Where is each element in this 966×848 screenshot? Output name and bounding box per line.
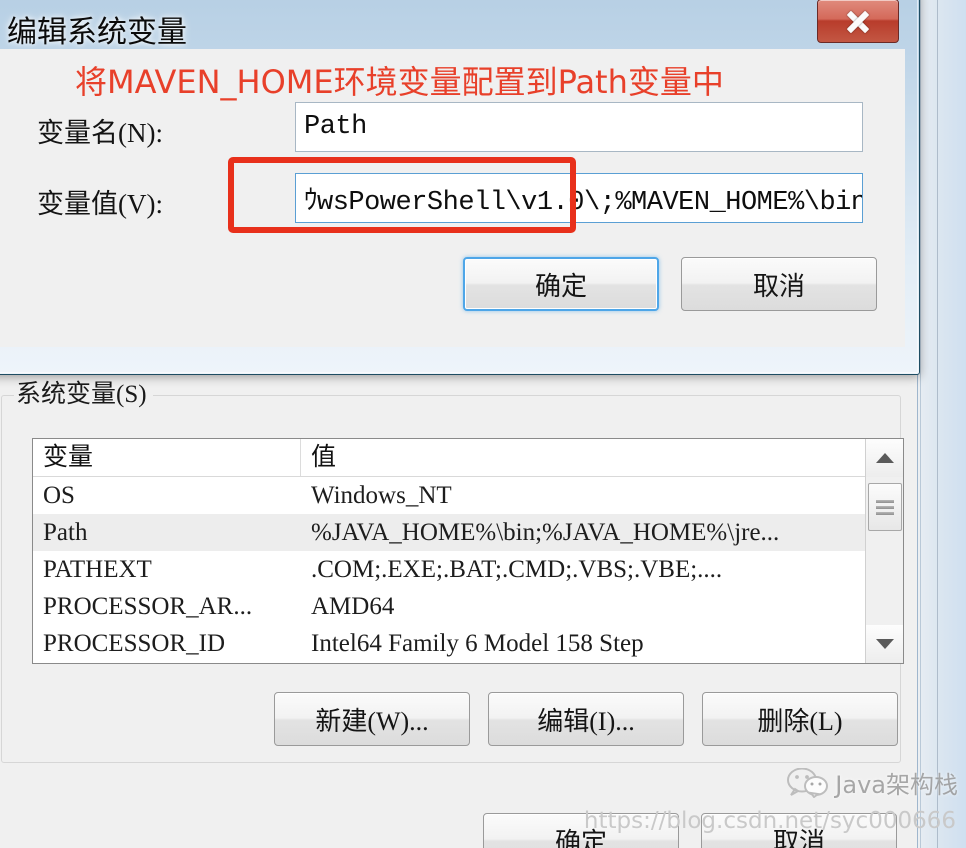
desktop-background-strip xyxy=(920,0,966,848)
window-edge-line xyxy=(937,0,938,848)
table-row[interactable]: PATHEXT .COM;.EXE;.BAT;.CMD;.VBS;.VBE;..… xyxy=(33,551,903,588)
cell-variable-value: Intel64 Family 6 Model 158 Step xyxy=(311,629,644,657)
cell-variable-name: PROCESSOR_AR... xyxy=(43,592,253,620)
system-variable-actions: 新建(W)... 编辑(I)... 删除(L) xyxy=(274,692,898,746)
cell-variable-name: PATHEXT xyxy=(43,555,152,583)
table-row[interactable]: PROCESSOR_ID Intel64 Family 6 Model 158 … xyxy=(33,625,903,662)
cell-variable-name: PROCESSOR_ID xyxy=(43,629,225,657)
table-row[interactable]: PROCESSOR_AR... AMD64 xyxy=(33,588,903,625)
dialog-actions: 确定 取消 xyxy=(463,257,877,311)
system-variables-groupbox: 系统变量(S) 变量 值 OS Windows_NT Path %JAVA_HO… xyxy=(1,380,904,763)
scroll-down-arrow-icon xyxy=(876,639,894,649)
dialog-cancel-button[interactable]: 取消 xyxy=(681,257,877,311)
grip-line xyxy=(876,499,894,503)
table-row[interactable]: Path %JAVA_HOME%\bin;%JAVA_HOME%\jre... xyxy=(33,514,903,551)
column-header-value[interactable]: 值 xyxy=(301,439,903,476)
list-vertical-scrollbar[interactable] xyxy=(865,439,903,663)
annotation-text: 将MAVEN_HOME环境变量配置到Path变量中 xyxy=(75,63,724,101)
dialog-title: 编辑系统变量 xyxy=(7,16,187,49)
scroll-up-button[interactable] xyxy=(866,439,903,477)
wechat-watermark-name: Java架构栈 xyxy=(835,771,958,799)
table-row[interactable]: OS Windows_NT xyxy=(33,477,903,514)
new-variable-button[interactable]: 新建(W)... xyxy=(274,692,470,746)
scroll-up-arrow-icon xyxy=(876,453,894,463)
cell-variable-name: OS xyxy=(43,481,75,509)
variable-value-label: 变量值(V): xyxy=(37,189,163,219)
delete-variable-button[interactable]: 删除(L) xyxy=(702,692,898,746)
dialog-ok-button[interactable]: 确定 xyxy=(463,257,659,311)
dialog-client-area: 将MAVEN_HOME环境变量配置到Path变量中 变量名(N): Path 变… xyxy=(0,49,905,347)
variable-name-input-value: Path xyxy=(304,112,367,142)
system-variables-group-title: 系统变量(S) xyxy=(14,380,153,410)
column-header-variable[interactable]: 变量 xyxy=(33,439,301,476)
grip-line xyxy=(876,511,894,515)
close-icon xyxy=(845,8,871,34)
edit-system-variable-dialog: 编辑系统变量 将MAVEN_HOME环境变量配置到Path变量中 变量名(N):… xyxy=(0,0,920,375)
variable-name-input[interactable]: Path xyxy=(295,102,863,152)
close-button[interactable] xyxy=(817,0,899,43)
screenshot-root: 系统变量(S) 变量 值 OS Windows_NT Path %JAVA_HO… xyxy=(0,0,966,848)
cell-variable-value: .COM;.EXE;.BAT;.CMD;.VBS;.VBE;.... xyxy=(311,555,723,583)
cell-variable-value: Windows_NT xyxy=(311,481,452,509)
cell-variable-value: AMD64 xyxy=(311,592,395,620)
url-watermark: https://blog.csdn.net/syc000666 xyxy=(583,808,956,834)
variable-value-input[interactable]: ｳwsPowerShell\v1.0\;%MAVEN_HOME%\bin xyxy=(295,173,863,223)
scroll-down-button[interactable] xyxy=(866,625,903,663)
list-header-row: 变量 值 xyxy=(33,439,903,477)
edit-variable-button[interactable]: 编辑(I)... xyxy=(488,692,684,746)
variable-value-input-value: ｳwsPowerShell\v1.0\;%MAVEN_HOME%\bin xyxy=(304,188,863,218)
variable-name-label: 变量名(N): xyxy=(37,118,163,148)
list-body: OS Windows_NT Path %JAVA_HOME%\bin;%JAVA… xyxy=(33,477,903,662)
cell-variable-name: Path xyxy=(43,518,88,546)
wechat-icon xyxy=(787,767,829,798)
cell-variable-value: %JAVA_HOME%\bin;%JAVA_HOME%\jre... xyxy=(311,518,780,546)
scrollbar-thumb[interactable] xyxy=(868,483,902,531)
wechat-watermark: Java架构栈 xyxy=(787,765,958,800)
system-variables-list[interactable]: 变量 值 OS Windows_NT Path %JAVA_HOME%\bin;… xyxy=(32,438,904,664)
grip-line xyxy=(876,505,894,509)
